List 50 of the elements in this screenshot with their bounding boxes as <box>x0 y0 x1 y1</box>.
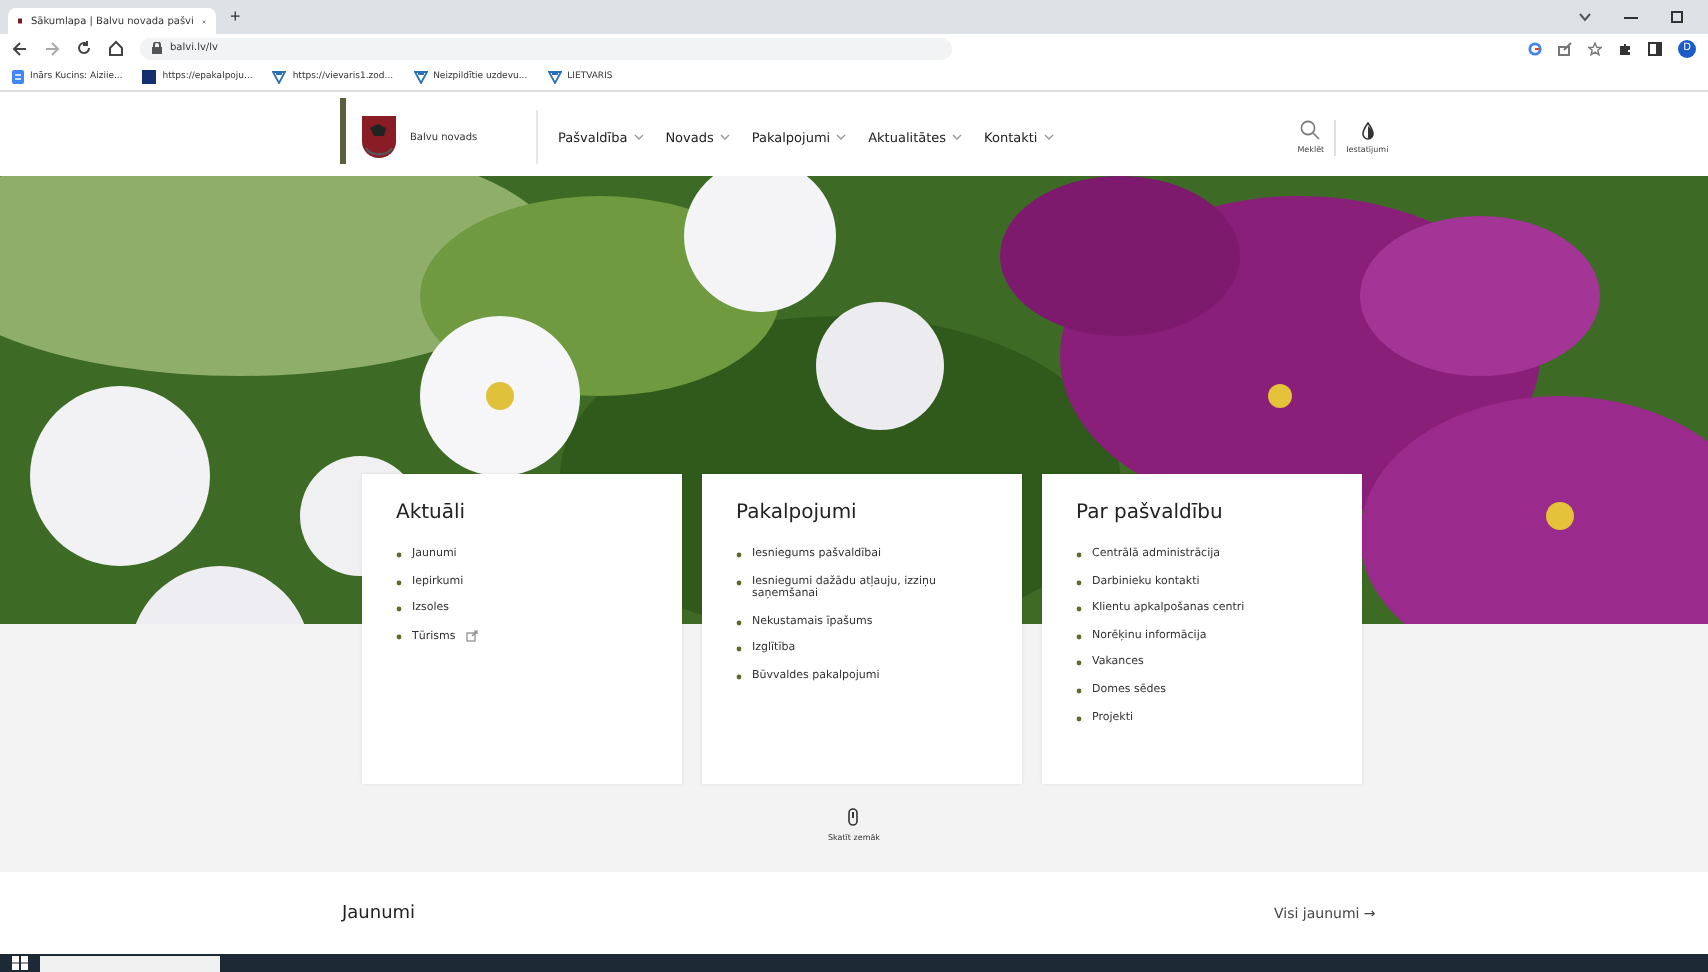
bullet-icon <box>736 552 742 558</box>
star-icon[interactable] <box>1588 41 1602 55</box>
contrast-icon <box>1361 121 1374 139</box>
chevron-icon <box>719 134 730 140</box>
sidepanel-icon[interactable] <box>1648 41 1662 55</box>
card-title: Par pašvaldību <box>1076 502 1225 524</box>
chevron-icon <box>1043 134 1054 140</box>
chevron-icon <box>836 134 847 140</box>
restore-icon[interactable] <box>1670 10 1684 24</box>
lock-icon <box>152 42 162 54</box>
windows-icon[interactable] <box>12 956 28 970</box>
bullet-icon <box>1076 715 1082 722</box>
share-icon[interactable] <box>1558 41 1572 55</box>
bullet-icon <box>396 606 402 613</box>
reload-icon[interactable] <box>76 40 92 56</box>
back-icon[interactable] <box>12 41 28 55</box>
bullet-icon <box>1076 633 1082 640</box>
card-title: Pakalpojumi <box>736 502 859 524</box>
bullet-icon <box>396 633 402 640</box>
accent-bar <box>340 98 346 164</box>
section-heading: Jaunumi <box>342 903 418 923</box>
card-title: Aktuāli <box>396 502 468 524</box>
coat-of-arms-icon[interactable] <box>362 116 396 158</box>
bullet-icon <box>1076 687 1082 694</box>
bullet-icon <box>1076 660 1082 667</box>
forward-icon <box>44 41 60 55</box>
bullet-icon <box>736 673 742 680</box>
new-tab-button[interactable]: + <box>224 8 247 26</box>
bullet-icon <box>1076 552 1082 558</box>
bullet-icon <box>736 646 742 653</box>
home-icon[interactable] <box>108 40 124 56</box>
puzzle-icon[interactable] <box>1618 41 1632 55</box>
chevron-icon[interactable] <box>1578 12 1592 22</box>
favicon-icon <box>18 14 23 28</box>
minimize-icon[interactable] <box>1624 12 1638 22</box>
document-icon <box>12 69 24 83</box>
square-icon <box>142 69 157 83</box>
bullet-icon <box>1076 579 1082 586</box>
bullet-icon <box>396 552 402 558</box>
google-icon[interactable] <box>1528 41 1542 55</box>
chevron-icon <box>633 134 644 140</box>
bullet-icon <box>396 579 402 586</box>
bullet-icon <box>736 619 742 626</box>
chevron-icon <box>952 134 963 140</box>
external-link-icon <box>465 629 478 642</box>
taskbar-search-field[interactable] <box>40 955 220 971</box>
mouse-icon <box>848 808 859 826</box>
bullet-icon <box>1076 606 1082 613</box>
search-icon <box>1300 120 1321 140</box>
bullet-icon <box>736 579 742 586</box>
